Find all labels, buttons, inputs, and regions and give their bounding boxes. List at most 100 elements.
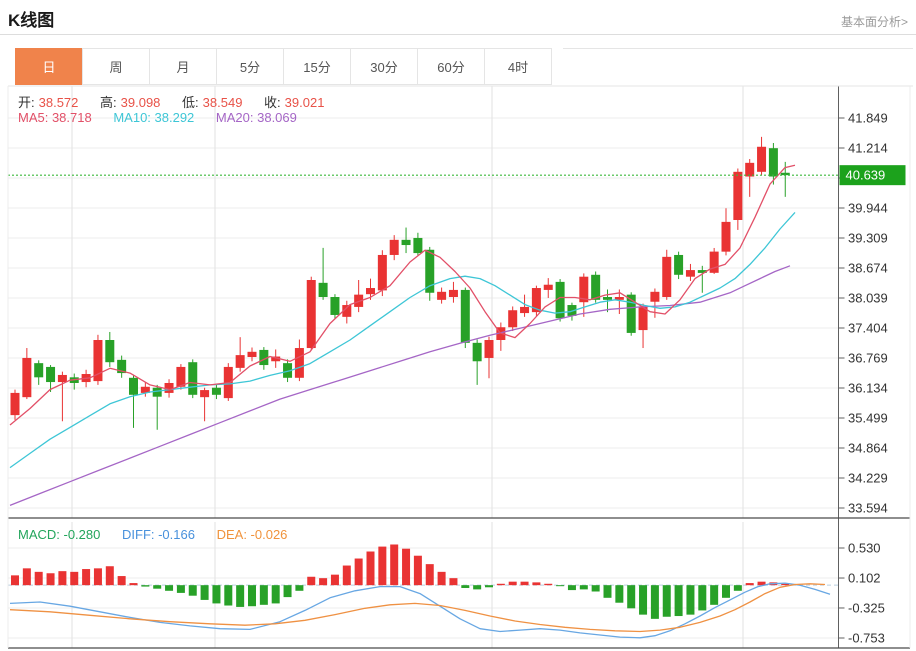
macd-bar xyxy=(35,572,43,585)
dea-value: DEA: -0.026 xyxy=(217,527,288,542)
axis-label: -0.325 xyxy=(848,600,885,615)
candle-body xyxy=(402,240,411,245)
axis-label: 0.102 xyxy=(848,571,881,586)
macd-bar xyxy=(497,584,505,585)
macd-value: MACD: -0.280 xyxy=(18,527,100,542)
macd-bar xyxy=(319,578,327,585)
macd-bar xyxy=(378,547,386,586)
macd-bar xyxy=(461,585,469,588)
candle-body xyxy=(295,348,304,378)
candle-body xyxy=(34,363,43,377)
candle-body xyxy=(769,148,778,176)
axis-label: 36.134 xyxy=(848,381,888,396)
candle-body xyxy=(674,255,683,275)
macd-bar xyxy=(47,573,55,585)
candle-body xyxy=(520,307,529,313)
ma5-value: MA5: 38.718 xyxy=(18,110,92,125)
macd-bar xyxy=(485,585,493,587)
axis-label: 39.309 xyxy=(848,231,888,246)
macd-bar xyxy=(272,585,280,603)
candle-body xyxy=(378,255,387,290)
macd-bar xyxy=(189,585,197,596)
candle-body xyxy=(650,292,659,302)
high-value: 39.098 xyxy=(121,95,161,110)
ma5-line xyxy=(10,165,795,425)
macd-bar xyxy=(556,585,564,586)
macd-bar xyxy=(23,568,31,585)
macd-bar xyxy=(367,552,375,586)
axis-label: 41.214 xyxy=(848,141,888,156)
candle-body xyxy=(176,367,185,387)
macd-bar xyxy=(130,583,138,585)
candle-body xyxy=(390,240,399,255)
macd-bar xyxy=(722,585,730,598)
macd-bar xyxy=(390,544,398,585)
macd-bar xyxy=(710,585,718,605)
candle-body xyxy=(129,378,138,395)
candle-body xyxy=(710,252,719,273)
macd-bar xyxy=(236,585,244,607)
ma20-value: MA20: 38.069 xyxy=(216,110,297,125)
open-label: 开: xyxy=(18,95,35,110)
low-value: 38.549 xyxy=(203,95,243,110)
diff-line xyxy=(10,583,830,638)
axis-label: 39.944 xyxy=(848,201,888,216)
macd-bar xyxy=(260,585,268,605)
axis-label: 38.039 xyxy=(848,291,888,306)
macd-bar xyxy=(675,585,683,616)
macd-bar xyxy=(592,585,600,591)
low-label: 低: xyxy=(182,95,199,110)
axis-label: 41.849 xyxy=(848,111,888,126)
axis-label: -0.753 xyxy=(848,631,885,646)
ohlc-readout: 开:38.572 高:39.098 低:38.549 收:39.021 xyxy=(18,92,328,111)
macd-bar xyxy=(307,577,315,585)
candle-body xyxy=(200,390,209,397)
axis-label: 36.769 xyxy=(848,351,888,366)
axis-label: 34.864 xyxy=(848,441,888,456)
macd-bar xyxy=(82,569,90,585)
macd-bar xyxy=(544,584,552,585)
macd-bar xyxy=(568,585,576,590)
candle-body xyxy=(544,285,553,290)
candle-body xyxy=(449,290,458,297)
candle-body xyxy=(11,393,20,415)
close-label: 收: xyxy=(264,95,281,110)
macd-bar xyxy=(248,585,256,606)
macd-bar xyxy=(532,582,540,585)
macd-bar xyxy=(141,585,149,586)
axis-label: 0.530 xyxy=(848,541,881,556)
macd-bar xyxy=(698,585,706,610)
kline-widget: K线图 基本面分析> 日周月5分15分30分60分4时 41.84941.214… xyxy=(0,0,916,651)
candle-body xyxy=(153,388,162,397)
candle-body xyxy=(745,163,754,177)
macd-bar xyxy=(686,585,694,614)
candle-body xyxy=(105,340,114,362)
candle-body xyxy=(722,222,731,252)
macd-bar xyxy=(212,585,220,603)
macd-bar xyxy=(153,585,161,589)
axis-label: 33.594 xyxy=(848,501,888,516)
macd-bar xyxy=(118,576,126,585)
macd-bar xyxy=(426,564,434,585)
candle-body xyxy=(508,310,517,327)
macd-bar xyxy=(414,556,422,585)
macd-bar xyxy=(509,582,517,586)
candle-body xyxy=(461,290,470,343)
candle-body xyxy=(757,147,766,172)
candle-body xyxy=(248,352,257,357)
macd-bar xyxy=(734,585,742,591)
candle-body xyxy=(686,270,695,277)
candle-body xyxy=(366,288,375,294)
candle-body xyxy=(165,383,174,393)
candle-body xyxy=(46,367,55,382)
candle-body xyxy=(473,343,482,361)
axis-label: 38.674 xyxy=(848,261,888,276)
candle-body xyxy=(603,297,612,300)
candle-body xyxy=(236,355,245,368)
macd-bar xyxy=(627,585,635,608)
macd-bar xyxy=(521,582,529,586)
open-value: 38.572 xyxy=(39,95,79,110)
candle-body xyxy=(319,283,328,297)
macd-bar xyxy=(580,585,588,589)
macd-bar xyxy=(402,549,410,585)
